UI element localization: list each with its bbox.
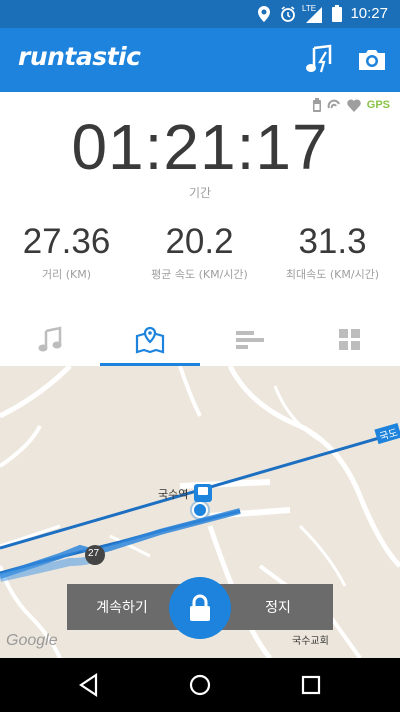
music-note-icon [38, 326, 62, 352]
max-speed-metric: 31.3 최대속도 (KM/시간) [266, 222, 399, 282]
alarm-icon [281, 6, 295, 22]
camera-icon [359, 50, 385, 70]
tab-dashboard[interactable] [300, 314, 400, 366]
distance-metric: 27.36 거리 (KM) [0, 222, 133, 282]
lock-icon [190, 594, 210, 621]
avg-speed-label: 평균 속도 (KM/시간) [151, 268, 248, 281]
battery-icon [332, 5, 342, 22]
bars-icon [236, 331, 264, 349]
session-stats: GPS 01:21:17 기간 27.36 거리 (KM) 20.2 평균 속도… [0, 92, 400, 366]
status-bar: LTE 10:27 [0, 0, 400, 28]
map-icon [135, 326, 165, 354]
resume-button[interactable]: 계속하기 [67, 584, 177, 630]
avg-speed-metric: 20.2 평균 속도 (KM/시간) [133, 222, 266, 282]
home-icon[interactable] [187, 672, 213, 698]
system-nav-bar [0, 658, 400, 712]
duration-value: 01:21:17 [71, 111, 329, 183]
max-speed-label: 최대속도 (KM/시간) [285, 268, 380, 281]
session-tabs [0, 314, 400, 366]
signal-icon [306, 7, 322, 23]
music-power-song-icon [306, 44, 332, 73]
tab-music[interactable] [0, 314, 100, 366]
grid-icon [339, 329, 360, 350]
camera-button[interactable] [356, 44, 388, 76]
max-speed-value: 31.3 [298, 222, 367, 261]
tab-stats[interactable] [200, 314, 300, 366]
station-label: 국수역 [158, 488, 189, 501]
back-icon[interactable] [76, 672, 102, 698]
duration-label: 기간 [188, 186, 212, 200]
distance-value: 27.36 [22, 222, 111, 261]
church-label: 국수교회 [292, 636, 329, 647]
app-logo: runtastic [18, 42, 141, 71]
status-time: 10:27 [350, 5, 388, 22]
avg-speed-value: 20.2 [165, 222, 234, 261]
lock-button[interactable] [169, 577, 231, 639]
location-icon [258, 6, 270, 22]
distance-label: 거리 (KM) [41, 268, 92, 281]
tab-map[interactable] [100, 314, 200, 366]
power-song-button[interactable] [304, 44, 336, 76]
app-bar: runtastic [0, 28, 400, 92]
recents-icon[interactable] [298, 672, 324, 698]
route-badge: 27 [88, 548, 100, 559]
map-attribution: Google [6, 632, 58, 649]
stop-button[interactable]: 정지 [223, 584, 333, 630]
